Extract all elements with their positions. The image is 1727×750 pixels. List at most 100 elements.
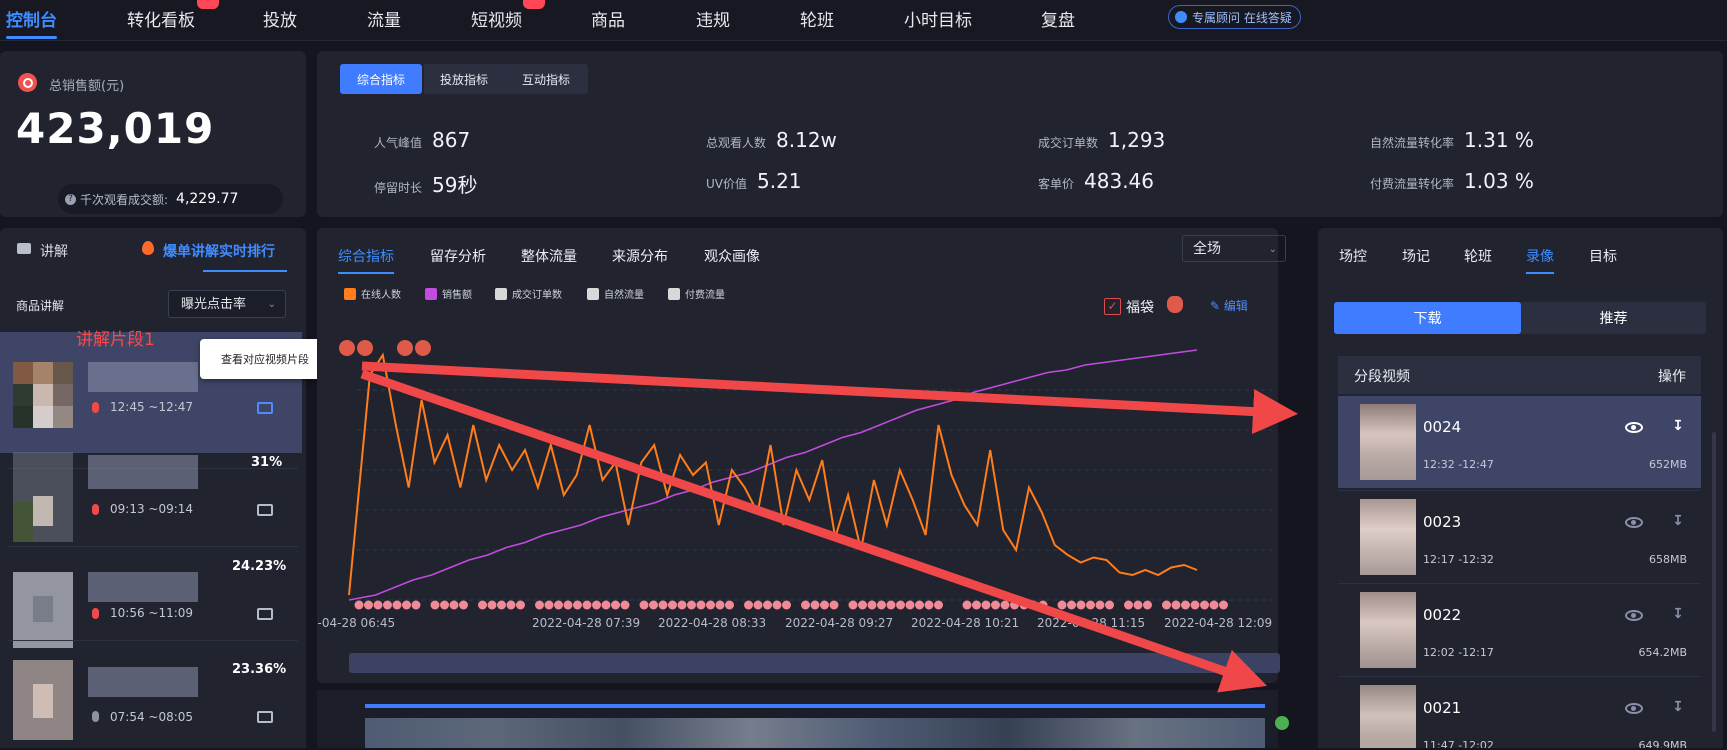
sales-value: 423,019 xyxy=(16,104,214,153)
event-dot xyxy=(697,601,706,610)
scope-select[interactable]: 全场⌄ xyxy=(1182,235,1286,262)
video-row[interactable]: 0022 ↧ 12:02 -12:17 654.2MB xyxy=(1338,584,1701,676)
nav-console[interactable]: 控制台 xyxy=(6,6,57,31)
tab-hot-ranking[interactable]: 爆单讲解实时排行 xyxy=(163,241,275,261)
nav-review[interactable]: 复盘 xyxy=(1041,6,1075,31)
legend-swatch xyxy=(668,288,680,300)
chat-icon xyxy=(1175,11,1187,23)
video-clip-icon[interactable] xyxy=(257,402,273,414)
new-badge xyxy=(523,0,545,9)
video-row[interactable]: 0023 ↧ 12:17 -12:32 658MB xyxy=(1338,491,1701,583)
card-time: 07:54 ~08:05 xyxy=(110,710,193,724)
event-dot xyxy=(412,601,421,610)
edit-button[interactable]: ✎ 编辑 xyxy=(1210,297,1248,314)
tab-chart-overall[interactable]: 综合指标 xyxy=(338,246,394,266)
download-tab-button[interactable]: 下载 xyxy=(1334,302,1521,334)
video-clip-icon[interactable] xyxy=(257,504,273,516)
download-icon[interactable]: ↧ xyxy=(1671,699,1685,715)
video-clip-icon[interactable] xyxy=(257,711,273,723)
col-segment-video: 分段视频 xyxy=(1354,366,1410,386)
video-size: 654.2MB xyxy=(1638,646,1687,659)
tab-overall-traffic[interactable]: 整体流量 xyxy=(521,246,577,266)
legend-sales[interactable]: 销售额 xyxy=(425,286,472,301)
tab-recording[interactable]: 录像 xyxy=(1526,246,1554,266)
legend-swatch xyxy=(425,288,437,300)
per-thousand-box: ? 千次观看成交额: 4,229.77 xyxy=(58,184,283,214)
tab-field-notes[interactable]: 场记 xyxy=(1402,246,1430,266)
legend-swatch xyxy=(587,288,599,300)
legend-orders[interactable]: 成交订单数 xyxy=(495,286,562,301)
nav-shifts[interactable]: 轮班 xyxy=(800,6,834,31)
card-time: 10:56 ~11:09 xyxy=(110,606,193,620)
recommend-tab-button[interactable]: 推荐 xyxy=(1521,302,1706,334)
video-timeline[interactable] xyxy=(317,690,1278,748)
metric-label: 成交订单数 xyxy=(1038,134,1098,151)
product-title-blurred xyxy=(88,667,198,697)
eye-icon[interactable] xyxy=(1625,517,1643,528)
event-dot xyxy=(355,601,364,610)
event-dot xyxy=(678,601,687,610)
tab-retention[interactable]: 留存分析 xyxy=(430,246,486,266)
event-dot xyxy=(1001,601,1010,610)
event-dot xyxy=(982,601,991,610)
download-icon[interactable]: ↧ xyxy=(1671,513,1685,529)
event-dot xyxy=(1067,601,1076,610)
nav-traffic[interactable]: 流量 xyxy=(367,6,401,31)
lucky-bag-marker xyxy=(397,340,413,356)
event-dot xyxy=(1077,601,1086,610)
tab-overall-metrics[interactable]: 综合指标 xyxy=(340,64,422,94)
metric-peak-popularity: 人气峰值867 xyxy=(374,128,470,152)
nav-ads[interactable]: 投放 xyxy=(263,6,297,31)
lucky-bag-checkbox[interactable]: ✓ xyxy=(1104,298,1121,315)
tab-source-distribution[interactable]: 来源分布 xyxy=(612,246,668,266)
eye-icon[interactable] xyxy=(1625,610,1643,621)
tab-ad-metrics[interactable]: 投放指标 xyxy=(424,64,504,94)
legend-natural[interactable]: 自然流量 xyxy=(587,286,644,301)
eye-icon[interactable] xyxy=(1625,422,1643,433)
event-dot xyxy=(535,601,544,610)
tab-field-control[interactable]: 场控 xyxy=(1339,246,1367,266)
sort-select[interactable]: 曝光点击率⌄ xyxy=(168,290,286,318)
video-thumbnail xyxy=(1360,685,1416,748)
tab-audience-profile[interactable]: 观众画像 xyxy=(704,246,760,266)
chart-zoom-slider[interactable] xyxy=(349,653,1280,673)
gridlines xyxy=(357,390,1272,600)
video-id: 0021 xyxy=(1423,699,1461,717)
video-time: 12:02 -12:17 xyxy=(1423,646,1494,659)
download-icon[interactable]: ↧ xyxy=(1671,418,1685,434)
metric-value: 1,293 xyxy=(1108,128,1165,152)
event-dot xyxy=(858,601,867,610)
divider xyxy=(8,640,298,641)
nav-short-video[interactable]: 短视频 xyxy=(471,6,522,31)
legend-paid[interactable]: 付费流量 xyxy=(668,286,725,301)
nav-hourly-target[interactable]: 小时目标 xyxy=(904,6,972,31)
event-dot xyxy=(1039,601,1048,610)
event-dot xyxy=(374,601,383,610)
eye-icon[interactable] xyxy=(1625,703,1643,714)
video-row[interactable]: 0021 ↧ 11:47 -12:02 649.9MB xyxy=(1338,677,1701,748)
tab-target[interactable]: 目标 xyxy=(1589,246,1617,266)
x-tick-label: 2022-04-28 09:27 xyxy=(785,616,893,630)
tab-interaction-metrics[interactable]: 互动指标 xyxy=(504,64,588,94)
nav-products[interactable]: 商品 xyxy=(591,6,625,31)
metric-value: 1.31 % xyxy=(1464,128,1534,152)
segment-title: 讲解片段1 xyxy=(76,325,155,350)
video-row[interactable]: 0024 ↧ 12:32 -12:47 652MB xyxy=(1338,396,1701,488)
video-clip-icon[interactable] xyxy=(257,608,273,620)
tab-explain[interactable]: 讲解 xyxy=(40,241,68,261)
legend-online[interactable]: 在线人数 xyxy=(344,286,401,301)
product-thumbnail xyxy=(13,362,73,452)
divider xyxy=(8,546,298,547)
x-tick-label: 2022-04-28 11:15 xyxy=(1037,616,1145,630)
event-dot xyxy=(773,601,782,610)
consult-button[interactable]: 专属顾问 在线答疑 xyxy=(1168,5,1301,29)
nav-conversion-label: 转化看板 xyxy=(127,11,195,31)
scope-select-value: 全场 xyxy=(1193,241,1221,257)
event-dot xyxy=(1134,601,1143,610)
download-icon[interactable]: ↧ xyxy=(1671,606,1685,622)
nav-violations[interactable]: 违规 xyxy=(696,6,730,31)
scrollbar[interactable] xyxy=(1712,432,1716,732)
event-dot xyxy=(1010,601,1019,610)
nav-conversion-board[interactable]: 转化看板 xyxy=(127,6,195,31)
tab-shifts[interactable]: 轮班 xyxy=(1464,246,1492,266)
